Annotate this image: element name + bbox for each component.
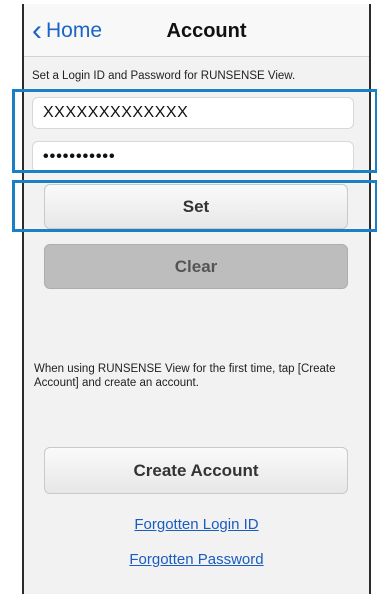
navigation-bar: ‹ Home Account [24, 4, 369, 57]
password-field[interactable]: ••••••••••• [32, 141, 354, 173]
page-title: Account [166, 20, 247, 42]
clear-button[interactable]: Clear [44, 244, 348, 289]
forgotten-password-link[interactable]: Forgotten Password [24, 551, 369, 568]
phone-screen: ‹ Home Account Set a Login ID and Passwo… [22, 4, 371, 594]
set-button[interactable]: Set [44, 184, 348, 229]
forgotten-login-id-link[interactable]: Forgotten Login ID [24, 516, 369, 533]
create-account-button[interactable]: Create Account [44, 447, 348, 494]
first-time-note: When using RUNSENSE View for the first t… [34, 363, 336, 389]
login-hint-text: Set a Login ID and Password for RUNSENSE… [32, 70, 296, 82]
login-id-field[interactable]: XXXXXXXXXXXXX [32, 97, 354, 129]
